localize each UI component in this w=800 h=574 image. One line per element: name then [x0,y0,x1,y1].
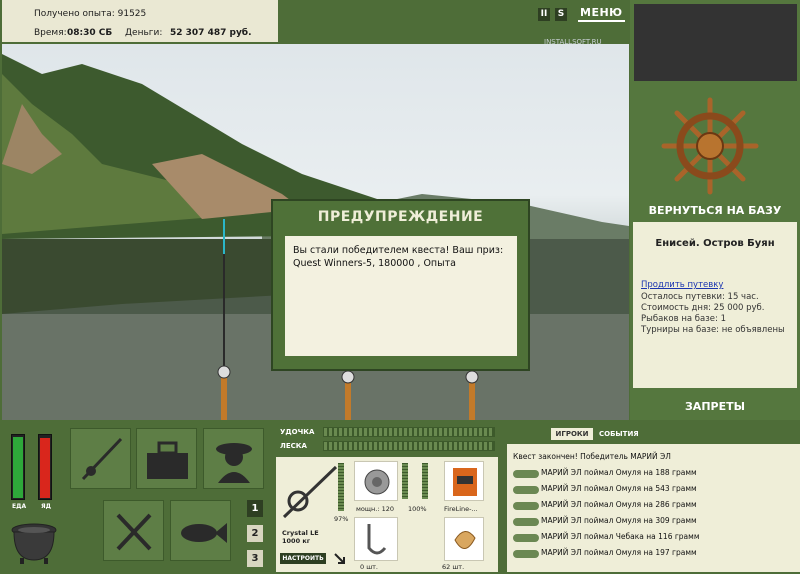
fish-icon [513,550,539,558]
fish-icon [513,518,539,526]
dialog-message: Вы стали победителем квеста! Ваш приз: Q… [285,236,517,356]
bait-icon [454,531,476,549]
tournaments-text: Турниры на базе: не объявлены [641,325,785,335]
cost-text: Стоимость дня: 25 000 руб. [641,303,765,313]
line-spool-icon [453,468,477,496]
rod-name: Crystal LE [282,529,319,537]
time-value: 08:30 СБ [67,28,113,38]
hook-slot[interactable] [354,517,398,561]
game-screen: Получено опыта: 91525 Время: 08:30 СБ Де… [0,0,800,574]
rod-bar-label: УДОЧКА [280,428,315,436]
remaining-text: Осталось путевки: 15 час. [641,292,759,302]
reel-icon [364,469,390,495]
xp-value: 91525 [117,9,147,19]
poison-label: ЯД [41,503,51,510]
arrow-down-right-icon[interactable] [334,553,346,565]
quest-finished-line: Квест закончен! Победитель МАРИЙ ЭЛ [513,452,671,461]
reel-durability-bar [402,463,408,499]
line-name: FireLine-... [444,505,478,513]
reel-power: мощн.: 120 [356,505,394,513]
food-label: ЕДА [12,503,27,510]
tackle-box-icon [147,441,188,479]
catch-tile[interactable] [170,500,231,561]
line-tension-bar [323,441,495,451]
bait-count: 62 шт. [442,563,465,571]
menu-button[interactable]: МЕНЮ [578,6,625,22]
line-bar-label: ЛЕСКА [280,442,307,450]
reel-slot[interactable] [354,461,398,501]
dialog-title: ПРЕДУПРЕЖДЕНИЕ [317,209,484,225]
poison-meter [38,434,52,500]
tune-button[interactable]: НАСТРОИТЬ [280,553,326,564]
minimap-area [634,4,797,81]
fish-icon [513,470,539,478]
fishing-rod-icon [81,437,123,481]
rod-reel-icon[interactable] [280,461,340,521]
fish-icon [181,523,227,543]
ship-wheel-icon[interactable] [660,96,760,196]
fish-icon [513,502,539,510]
tab-players[interactable]: ИГРОКИ [551,428,593,440]
return-to-base-button[interactable]: ВЕРНУТЬСЯ НА БАЗУ [640,204,790,217]
line-slot[interactable] [444,461,484,501]
rod-slot-3-button[interactable]: 3 [247,550,263,567]
extend-voucher-link[interactable]: Продлить путевку [641,280,723,290]
cauldron-icon[interactable] [8,518,60,566]
rod-tension-bar [323,427,495,437]
fish-icon [513,534,539,542]
poison-meter-fill [40,438,50,498]
hook-icon [367,524,387,555]
bait-slot[interactable] [444,517,484,561]
rod-percent: 97% [334,515,349,523]
list-item: МАРИЙ ЭЛ поймал Чебака на 116 грамм [541,532,700,541]
sound-button[interactable]: S [555,8,567,21]
rod-weight: 1000 кг [282,537,311,545]
bans-button[interactable]: ЗАПРЕТЫ [640,400,790,413]
status-panel: Получено опыта: 91525 Время: 08:30 СБ Де… [0,0,280,44]
fishers-text: Рыбаков на базе: 1 [641,314,726,324]
hooks-count: 0 шт. [360,563,379,571]
line-durability-bar [422,463,428,499]
rod-slot-1-button[interactable]: 1 [247,500,263,517]
xp-row: Получено опыта: 91525 [34,9,146,19]
list-item: МАРИЙ ЭЛ поймал Омуля на 197 грамм [541,548,697,557]
tackle-box-tile[interactable] [136,428,197,489]
warning-dialog[interactable]: ПРЕДУПРЕЖДЕНИЕ Вы стали победителем квес… [271,199,530,371]
fork-knife-icon [116,513,152,551]
food-tile[interactable] [103,500,164,561]
list-item: МАРИЙ ЭЛ поймал Омуля на 309 грамм [541,516,697,525]
list-item: МАРИЙ ЭЛ поймал Омуля на 188 грамм [541,468,697,477]
time-label: Время: [34,28,67,38]
pause-button[interactable]: II [538,8,550,21]
fisherman-icon [216,443,252,483]
reel-percent: 100% [408,505,427,513]
fish-icon [513,486,539,494]
tab-events[interactable]: СОБЫТИЯ [599,428,639,440]
money-label: Деньги: [125,28,163,38]
watermark: INSTALLSOFT.RU [544,38,602,46]
xp-label: Получено опыта: [34,9,115,19]
fisherman-tile[interactable] [203,428,264,489]
rod-slot-2-button[interactable]: 2 [247,525,263,542]
location-info: Енисей. Остров Буян Продлить путевку Ост… [633,222,797,388]
rod-setup-tile[interactable] [70,428,131,489]
event-log: Квест закончен! Победитель МАРИЙ ЭЛ МАРИ… [507,444,800,572]
list-item: МАРИЙ ЭЛ поймал Омуля на 286 грамм [541,500,697,509]
food-meter-fill [13,437,23,498]
list-item: МАРИЙ ЭЛ поймал Омуля на 543 грамм [541,484,697,493]
rod-durability-bar [338,463,344,511]
money-value: 52 307 487 руб. [170,28,252,38]
food-meter [11,434,25,500]
location-title: Енисей. Остров Буян [655,238,775,249]
